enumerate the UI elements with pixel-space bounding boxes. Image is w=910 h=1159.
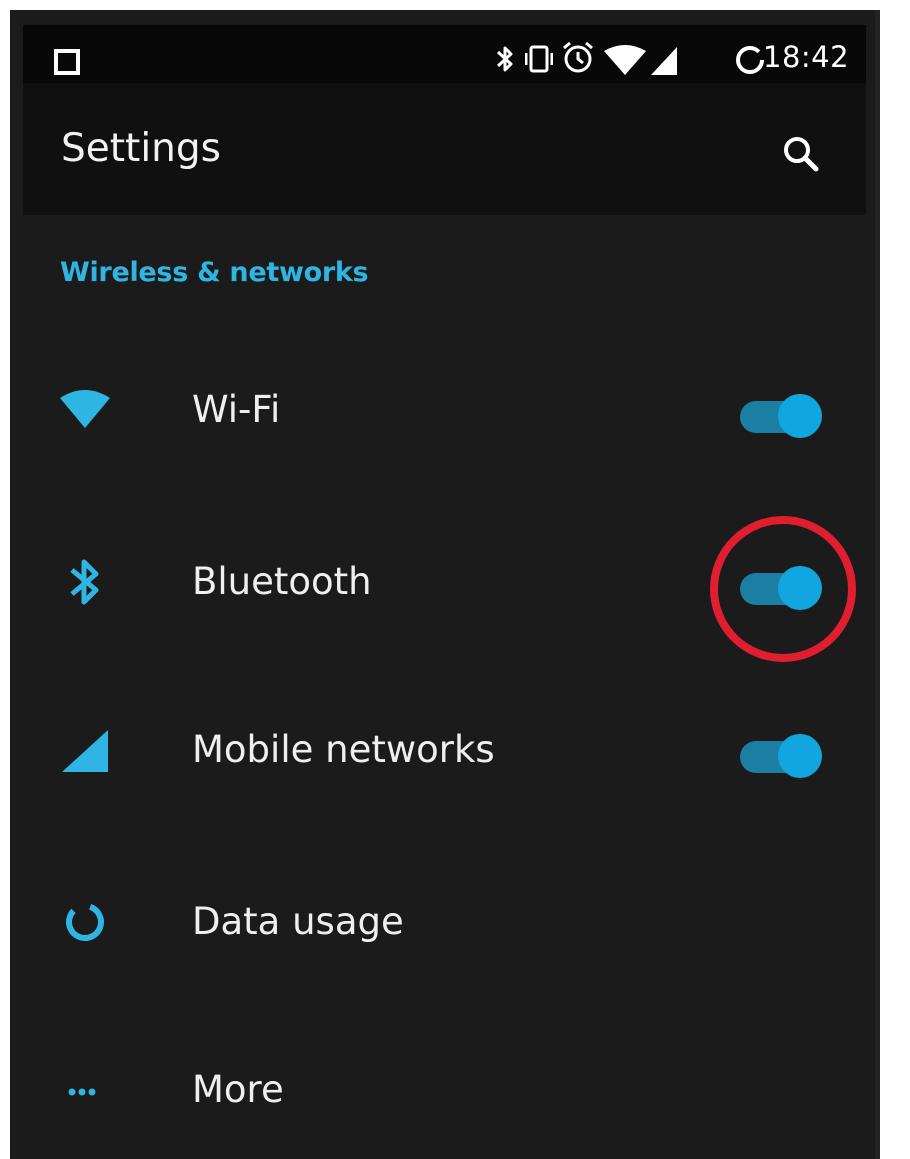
search-icon bbox=[784, 137, 819, 172]
toggle-knob bbox=[778, 734, 822, 778]
search-button[interactable] bbox=[778, 131, 824, 177]
more-dots-icon bbox=[68, 1088, 96, 1096]
mobile-networks-toggle[interactable] bbox=[740, 732, 822, 780]
bluetooth-icon bbox=[496, 46, 513, 72]
cell-signal-icon bbox=[651, 47, 677, 75]
toggle-knob bbox=[778, 566, 822, 610]
toggle-knob bbox=[778, 394, 822, 438]
setting-label-data-usage: Data usage bbox=[192, 900, 404, 943]
status-bar: 18:42 bbox=[23, 25, 866, 83]
setting-item-data-usage[interactable]: Data usage bbox=[10, 862, 866, 982]
edge-shade bbox=[875, 10, 880, 1159]
status-time: 18:42 bbox=[763, 40, 850, 74]
wifi-toggle[interactable] bbox=[740, 392, 822, 440]
bluetooth-toggle[interactable] bbox=[740, 564, 822, 612]
setting-item-mobile-networks[interactable]: Mobile networks bbox=[10, 690, 866, 810]
bluetooth-icon bbox=[70, 559, 99, 605]
vibrate-icon bbox=[525, 45, 553, 73]
app-bar: Settings bbox=[23, 83, 866, 215]
alarm-icon bbox=[563, 41, 593, 73]
phone-screen: 18:42 Settings Wireless & networks Wi-Fi… bbox=[10, 10, 880, 1159]
setting-label-wifi: Wi-Fi bbox=[192, 388, 281, 431]
page-title: Settings bbox=[61, 126, 221, 171]
setting-item-bluetooth[interactable]: Bluetooth bbox=[10, 522, 866, 642]
setting-label-bluetooth: Bluetooth bbox=[192, 560, 372, 603]
setting-item-wifi[interactable]: Wi-Fi bbox=[10, 350, 866, 470]
wifi-icon bbox=[604, 45, 646, 75]
setting-item-more[interactable]: More bbox=[10, 1030, 866, 1150]
data-saver-icon bbox=[736, 46, 764, 74]
cell-signal-icon bbox=[62, 730, 108, 772]
setting-label-mobile-networks: Mobile networks bbox=[192, 728, 495, 771]
setting-label-more: More bbox=[192, 1068, 284, 1111]
notification-square-icon bbox=[54, 49, 80, 75]
data-usage-icon bbox=[66, 903, 104, 941]
section-header: Wireless & networks bbox=[60, 257, 369, 288]
wifi-icon bbox=[60, 390, 110, 428]
